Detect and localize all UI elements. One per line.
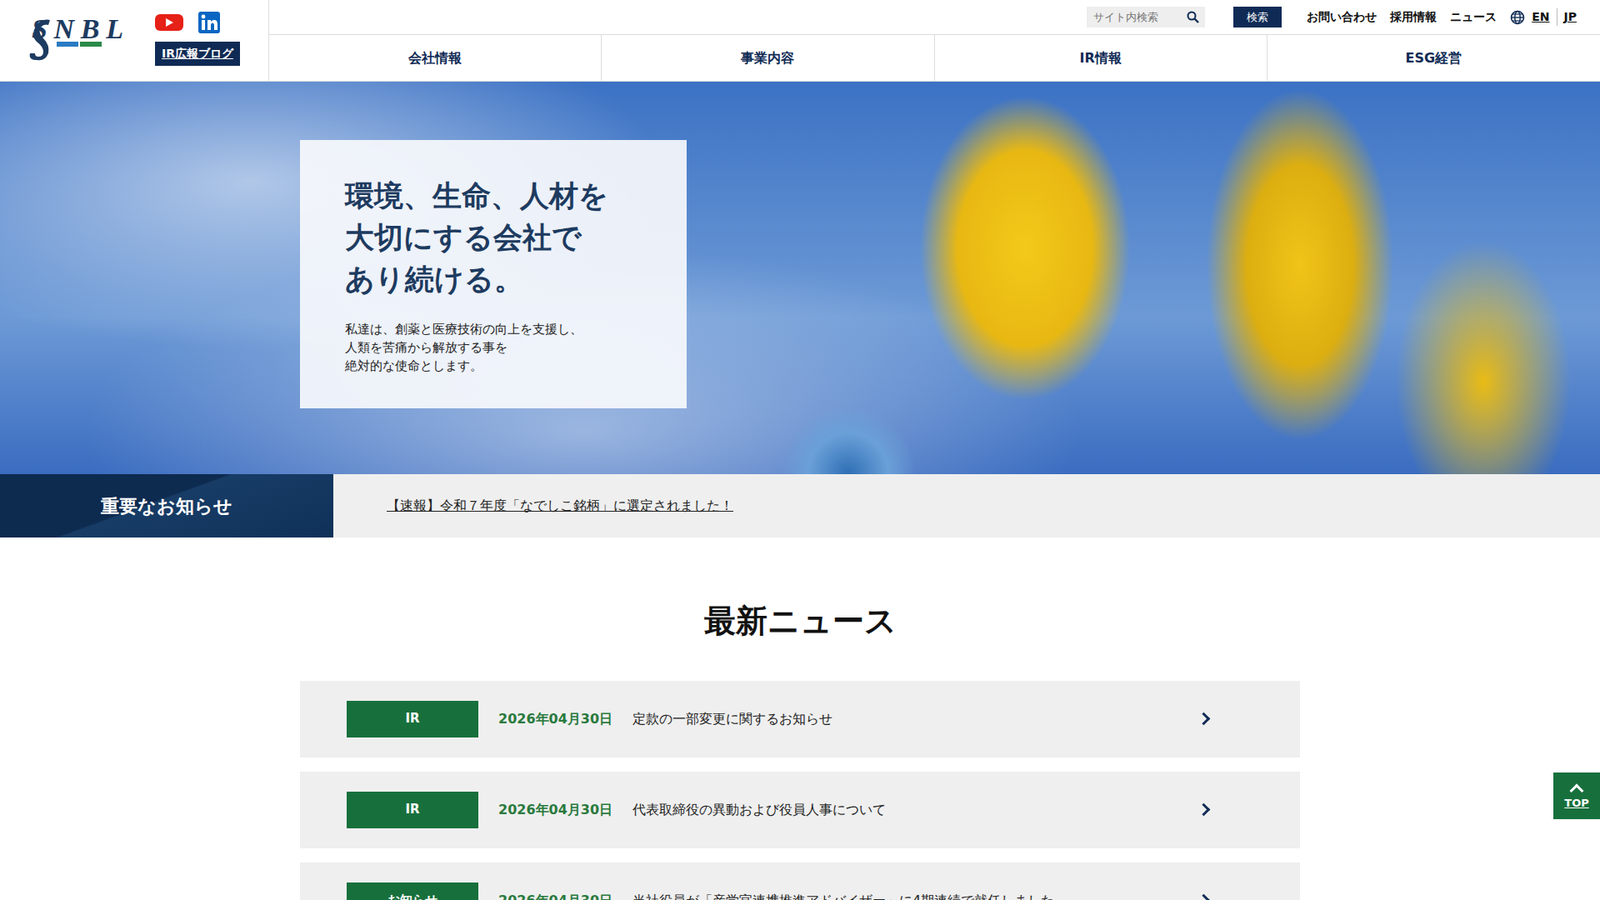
important-notice: 重要なお知らせ【速報】令和７年度「なでしこ銘柄」に選定されました！ [0, 474, 1600, 538]
hero-body-line: 人類を苦痛から解放する事を [345, 338, 654, 357]
news-date: 2026年04月30日 [498, 709, 613, 730]
main-nav: 会社情報事業内容IR情報ESG経営 [269, 34, 1600, 81]
arrow-up-icon [1570, 783, 1585, 798]
chevron-right-icon [1197, 894, 1211, 900]
globe-icon [1510, 10, 1525, 25]
language-option[interactable]: EN [1525, 8, 1556, 26]
utility-links: お問い合わせ採用情報ニュース [1306, 8, 1497, 26]
nav-item[interactable]: ESG経営 [1267, 35, 1600, 81]
news-title: 定款の一部変更に関するお知らせ [632, 709, 1200, 730]
site-header: SNBL IR広報ブログ 検索 お問い合わせ採用情報ニュース ENJP 会社情報事業内容I… [0, 0, 1600, 82]
news-date: 2026年04月30日 [498, 890, 613, 900]
language-switch: ENJP [1510, 8, 1584, 26]
language-option[interactable]: JP [1556, 8, 1584, 26]
news-heading: 最新ニュース [0, 602, 1600, 641]
nav-item[interactable]: 事業内容 [601, 35, 935, 81]
news-title: 当社役員が「産学官連携推進アドバイザー」に4期連続で就任しました [632, 890, 1200, 900]
hero-title-line: 大切にする会社で [345, 216, 654, 259]
logo-area: SNBL IR広報ブログ [0, 0, 270, 81]
news-list: IR2026年04月30日定款の一部変更に関するお知らせIR2026年04月30… [300, 680, 1300, 900]
news-item[interactable]: お知らせ 2026年04月30日 当社役員が「産学官連携推進アドバイザー」に4期連続… [300, 862, 1300, 900]
hero-text-box: 環境、生命、人材を大切にする会社であり続ける。私達は、創薬と医療技術の向上を支援… [300, 140, 687, 409]
search-icon [1186, 10, 1200, 24]
top-bar: 検索 お問い合わせ採用情報ニュース ENJP [269, 0, 1600, 35]
utility-link[interactable]: お問い合わせ [1306, 8, 1377, 26]
nav-item[interactable]: IR情報 [935, 35, 1268, 81]
top-label: TOP [1564, 795, 1589, 812]
header-right: 検索 お問い合わせ採用情報ニュース ENJP 会社情報事業内容IR情報ESG経営 [269, 0, 1600, 81]
search-button[interactable]: 検索 [1233, 6, 1282, 28]
notice-text-wrap: 【速報】令和７年度「なでしこ銘柄」に選定されました！ [333, 474, 734, 538]
hero-body-line: 私達は、創薬と医療技術の向上を支援し、 [345, 320, 654, 339]
youtube-icon[interactable] [155, 12, 184, 33]
blog-wrap: IR広報ブログ [155, 33, 240, 66]
ir-blog-button[interactable]: IR広報ブログ [155, 41, 240, 66]
hero-body: 私達は、創薬と医療技術の向上を支援し、人類を苦痛から解放する事を絶対的な使命とし… [345, 320, 654, 375]
linkedin-icon[interactable] [198, 11, 220, 34]
chevron-right-icon [1197, 803, 1211, 817]
notice-label: 重要なお知らせ [0, 474, 334, 538]
utility-link[interactable]: 採用情報 [1390, 8, 1437, 26]
utility-link[interactable]: ニュース [1450, 8, 1497, 26]
social-area: IR広報ブログ [155, 11, 240, 66]
hero-title: 環境、生命、人材を大切にする会社であり続ける。 [345, 175, 654, 300]
news-title: 代表取締役の異動および役員人事について [632, 800, 1200, 820]
logo-text[interactable]: SNBL [31, 13, 124, 45]
social-icons [155, 11, 240, 34]
hero-banner: 環境、生命、人材を大切にする会社であり続ける。私達は、創薬と医療技術の向上を支援… [0, 81, 1600, 475]
hero-title-line: あり続ける。 [345, 258, 654, 300]
news-date: 2026年04月30日 [498, 800, 613, 820]
news-tag: お知らせ [346, 882, 479, 900]
search-wrap [1086, 6, 1205, 28]
news-tag: IR [346, 700, 479, 738]
news-item[interactable]: IR 2026年04月30日定款の一部変更に関するお知らせ [300, 680, 1300, 758]
news-tag: IR [346, 791, 479, 829]
logo: SNBL [25, 11, 127, 65]
hero-body-line: 絶対的な使命とします。 [345, 356, 654, 375]
hero-title-line: 環境、生命、人材を [345, 175, 654, 217]
search-input[interactable] [1086, 6, 1205, 28]
news-section: 最新ニュースIR2026年04月30日定款の一部変更に関するお知らせIR2026… [0, 602, 1600, 900]
nav-item[interactable]: 会社情報 [269, 35, 602, 81]
news-item[interactable]: IR 2026年04月30日代表取締役の異動および役員人事について [300, 771, 1300, 849]
notice-link[interactable]: 【速報】令和７年度「なでしこ銘柄」に選定されました！ [333, 495, 734, 516]
chevron-right-icon [1197, 712, 1211, 726]
back-to-top-button[interactable]: TOP [1553, 772, 1600, 820]
